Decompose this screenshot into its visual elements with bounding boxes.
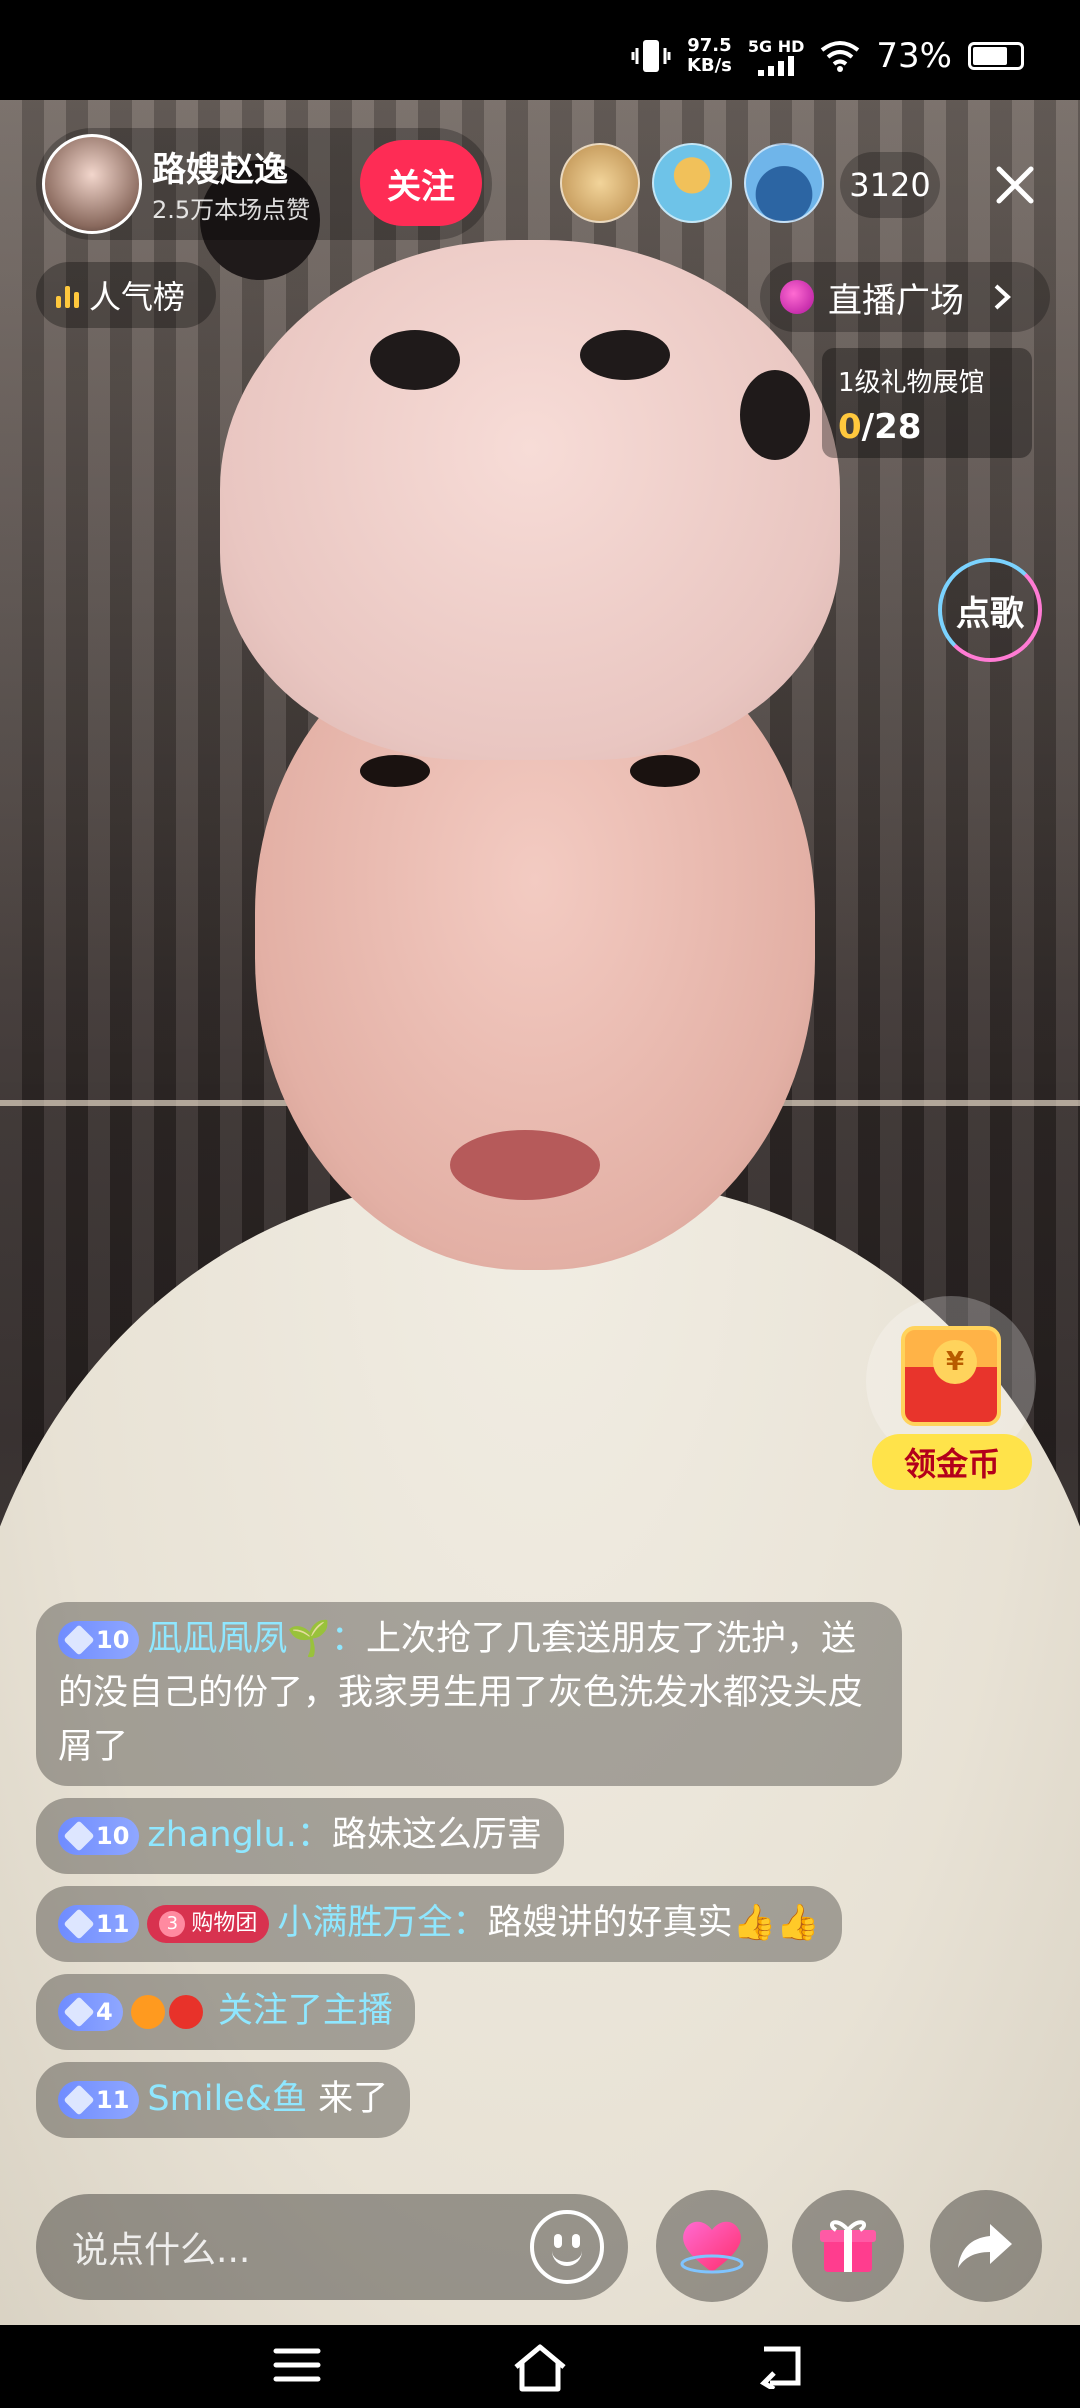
- host-eye-left: [360, 755, 430, 787]
- gift-museum-progress: 0/28: [838, 407, 1016, 447]
- user-level: 11: [96, 2086, 130, 2114]
- close-button[interactable]: [980, 150, 1050, 220]
- viewer-count[interactable]: 3120: [840, 152, 940, 218]
- chat-text: 路嫂讲的好真实👍👍: [487, 1903, 820, 1943]
- follow-button[interactable]: 关注: [360, 140, 482, 226]
- chat-message[interactable]: 10 凪凪凮夙🌱：上次抢了几套送朋友了洗护，送的没自己的份了，我家男生用了灰色洗发…: [36, 1602, 902, 1786]
- diamond-icon: [63, 1908, 95, 1940]
- hat-nose: [580, 330, 670, 380]
- net-speed-unit: KB/s: [686, 55, 732, 76]
- signal-group: 5G HD: [747, 36, 805, 76]
- user-level: 11: [96, 1910, 130, 1938]
- collect-coins-label: 领金币: [872, 1434, 1032, 1490]
- chat-username[interactable]: 凪凪凮夙🌱: [147, 1619, 331, 1659]
- chevron-right-icon: [994, 284, 1011, 310]
- user-level-badge: 11: [58, 1905, 140, 1943]
- plaza-label: 直播广场: [828, 280, 964, 321]
- host-avatar[interactable]: [42, 134, 142, 234]
- battery-level-fill: [973, 47, 1007, 65]
- home-icon[interactable]: [510, 2343, 570, 2393]
- chat-action: 关注了主播: [217, 1991, 393, 2031]
- diamond-icon: [63, 2084, 95, 2116]
- popularity-rank-button[interactable]: 人气榜: [36, 262, 216, 328]
- close-icon: [996, 166, 1034, 204]
- treasure-chest-icon: ¥: [901, 1326, 1001, 1426]
- status-bar: 97.5 KB/s 5G HD 73%: [0, 0, 1080, 100]
- user-level: 4: [96, 1998, 113, 2026]
- user-level: 10: [96, 1626, 130, 1654]
- chat-text: 路妹这么厉害: [331, 1815, 542, 1855]
- diamond-icon: [63, 1624, 95, 1656]
- gift-button[interactable]: [792, 2190, 904, 2302]
- host-name: 路嫂赵逸: [152, 150, 288, 190]
- apple-icon: [168, 1995, 203, 2029]
- share-icon: [958, 2224, 1012, 2268]
- wifi-icon: [821, 41, 860, 72]
- hat-eye-left: [370, 330, 460, 390]
- host-mouth: [450, 1130, 600, 1200]
- user-level-badge: 11: [58, 2081, 140, 2119]
- gift-museum-card[interactable]: 1级礼物展馆 0/28: [822, 348, 1032, 458]
- menu-icon[interactable]: [272, 2343, 322, 2387]
- net-speed: 97.5 KB/s: [687, 36, 732, 76]
- chat-message[interactable]: 11 Smile&鱼 来了: [36, 2062, 411, 2138]
- gift-icon: [820, 2220, 876, 2272]
- chat-message[interactable]: 4 关注了主播: [36, 1974, 415, 2050]
- host-likes: 2.5万本场点赞: [152, 196, 311, 224]
- status-icons: 97.5 KB/s 5G HD 73%: [631, 36, 1024, 76]
- popularity-label: 人气榜: [89, 278, 186, 316]
- back-icon[interactable]: [754, 2343, 810, 2389]
- network-type: 5G HD: [747, 36, 805, 56]
- chat-username[interactable]: 小满胜万全: [277, 1903, 452, 1943]
- panda-hat: [220, 240, 840, 760]
- fan-group-level: 3: [159, 1911, 186, 1937]
- user-level: 10: [96, 1822, 130, 1850]
- share-button[interactable]: [930, 2190, 1042, 2302]
- vibrate-icon: [631, 40, 671, 72]
- gift-museum-current: 0: [838, 407, 862, 447]
- diamond-icon: [63, 1820, 95, 1852]
- chat-message[interactable]: 11 3 购物团 小满胜万全：路嫂讲的好真实👍👍: [36, 1886, 842, 1962]
- user-level-badge: 10: [58, 1817, 140, 1855]
- diamond-icon: [63, 1996, 95, 2028]
- host-eye-right: [630, 755, 700, 787]
- gift-museum-title: 1级礼物展馆: [838, 368, 985, 398]
- heart-icon: [680, 2221, 744, 2274]
- viewer-avatar-2[interactable]: [652, 143, 732, 223]
- chat-username[interactable]: zhanglu.: [147, 1815, 296, 1855]
- viewer-avatar-1[interactable]: [560, 143, 640, 223]
- song-request-button[interactable]: 点歌: [938, 558, 1042, 662]
- fan-group-name: 购物团: [191, 1911, 258, 1936]
- chat-text: 来了: [318, 2079, 389, 2119]
- fan-group-badge: 3 购物团: [147, 1905, 270, 1943]
- ranking-icon: [56, 282, 79, 308]
- battery-percent: 73%: [876, 36, 952, 76]
- battery-icon: [968, 42, 1024, 70]
- coin-symbol: ¥: [933, 1340, 977, 1384]
- signal-icon: [758, 55, 795, 76]
- collect-coins-widget[interactable]: ¥ 领金币: [856, 1296, 1046, 1496]
- chat-message[interactable]: 10 zhanglu.：路妹这么厉害: [36, 1798, 564, 1874]
- orange-icon: [130, 1995, 165, 2029]
- emoji-button[interactable]: [530, 2210, 604, 2284]
- chat-list[interactable]: 10 凪凪凮夙🌱：上次抢了几套送朋友了洗护，送的没自己的份了，我家男生用了灰色洗发…: [36, 1602, 916, 2150]
- user-level-badge: 10: [58, 1621, 140, 1659]
- user-level-badge: 4: [58, 1993, 123, 2031]
- gift-museum-total: /28: [861, 407, 922, 447]
- viewer-avatar-3[interactable]: [744, 143, 824, 223]
- navigation-bar: [0, 2325, 1080, 2408]
- plaza-icon: [780, 280, 814, 314]
- chat-username[interactable]: Smile&鱼: [147, 2079, 307, 2119]
- live-plaza-button[interactable]: 直播广场: [760, 262, 1050, 332]
- net-speed-value: 97.5: [687, 35, 732, 56]
- like-button[interactable]: [656, 2190, 768, 2302]
- hat-eye-right: [740, 370, 810, 460]
